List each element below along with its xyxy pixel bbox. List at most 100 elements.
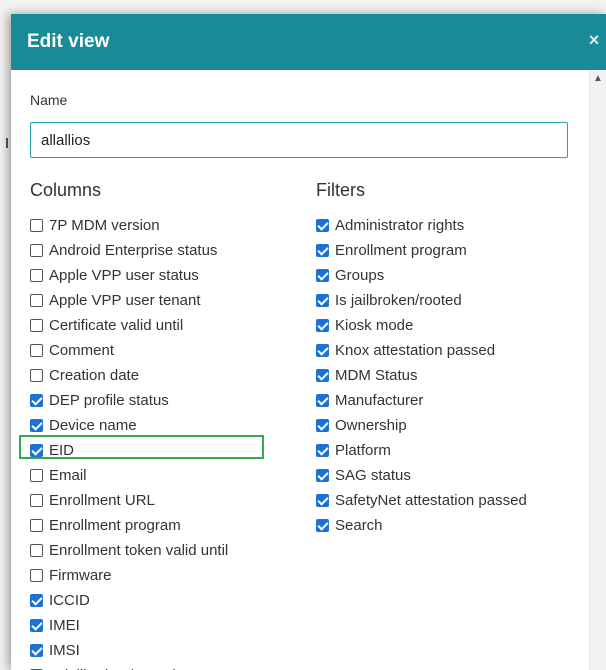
checkbox-checked[interactable] — [30, 394, 43, 407]
columns-option[interactable]: ICCID — [30, 588, 228, 613]
filters-option[interactable]: Manufacturer — [316, 388, 527, 413]
filters-option-label: Ownership — [335, 417, 407, 434]
columns-option[interactable]: 7P MDM version — [30, 213, 228, 238]
columns-option-label: Firmware — [49, 567, 112, 584]
dialog-scrollbar[interactable]: ▲ — [589, 70, 606, 670]
columns-heading: Columns — [30, 180, 102, 200]
columns-option[interactable]: Apple VPP user tenant — [30, 288, 228, 313]
checkbox[interactable] — [30, 244, 43, 257]
checkbox-checked[interactable] — [316, 244, 329, 257]
columns-option-label: Email — [49, 467, 87, 484]
checkbox[interactable] — [30, 469, 43, 482]
checkbox-checked[interactable] — [316, 319, 329, 332]
columns-option-label: Enrollment URL — [49, 492, 155, 509]
columns-option[interactable]: Email — [30, 463, 228, 488]
checkbox-checked[interactable] — [316, 419, 329, 432]
columns-option-label: IMSI — [49, 642, 80, 659]
filters-option-label: Groups — [335, 267, 385, 284]
checkbox[interactable] — [30, 319, 43, 332]
columns-option[interactable]: Enrollment URL — [30, 488, 228, 513]
columns-option[interactable]: Firmware — [30, 563, 228, 588]
columns-option-label: DEP profile status — [49, 392, 169, 409]
columns-option-label: Certificate valid until — [49, 317, 184, 334]
checkbox-checked[interactable] — [316, 219, 329, 232]
filters-option-label: MDM Status — [335, 367, 418, 384]
columns-option-label: Apple VPP user status — [49, 267, 199, 284]
columns-option-label: Apple VPP user tenant — [49, 292, 201, 309]
chevron-up-icon[interactable]: ▲ — [590, 72, 606, 86]
filters-heading: Filters — [316, 180, 365, 200]
columns-option-label: Enrollment program — [49, 517, 181, 534]
backdrop-cursor-mark — [6, 138, 8, 148]
checkbox-checked[interactable] — [316, 269, 329, 282]
name-label: Name — [30, 92, 68, 108]
columns-option-label: Enrollment token valid until — [49, 542, 229, 559]
checkbox-checked[interactable] — [30, 419, 43, 432]
checkbox[interactable] — [30, 544, 43, 557]
columns-option-label: IMEI — [49, 617, 80, 634]
checkbox-checked[interactable] — [316, 494, 329, 507]
filters-option[interactable]: Enrollment program — [316, 238, 527, 263]
filters-list: Administrator rights Enrollment program Gr… — [316, 213, 527, 538]
columns-option[interactable]: IMEI — [30, 613, 228, 638]
filters-option[interactable]: Search — [316, 513, 527, 538]
filters-option-label: Administrator rights — [335, 217, 465, 234]
columns-option[interactable]: Creation date — [30, 363, 228, 388]
filters-option[interactable]: Platform — [316, 438, 527, 463]
filters-option[interactable]: Groups — [316, 263, 527, 288]
checkbox-checked[interactable] — [316, 444, 329, 457]
filters-option-label: Manufacturer — [335, 392, 424, 409]
checkbox-checked[interactable] — [316, 394, 329, 407]
columns-option[interactable]: Certificate valid until — [30, 313, 228, 338]
checkbox-checked[interactable] — [30, 644, 43, 657]
filters-option[interactable]: SAG status — [316, 463, 527, 488]
columns-option[interactable]: Enrollment token valid until — [30, 538, 228, 563]
checkbox-checked[interactable] — [316, 519, 329, 532]
filters-option-label: Kiosk mode — [335, 317, 414, 334]
columns-option[interactable]: Enrollment program — [30, 513, 228, 538]
eid-highlight-box — [19, 435, 264, 459]
checkbox[interactable] — [30, 269, 43, 282]
checkbox-checked[interactable] — [316, 369, 329, 382]
filters-option[interactable]: MDM Status — [316, 363, 527, 388]
name-input[interactable] — [30, 122, 568, 158]
dialog-title: Edit view — [27, 31, 110, 52]
columns-option[interactable]: DEP profile status — [30, 388, 228, 413]
checkbox-checked[interactable] — [316, 344, 329, 357]
checkbox[interactable] — [30, 519, 43, 532]
columns-option-label: 7P MDM version — [49, 217, 160, 234]
filters-option[interactable]: SafetyNet attestation passed — [316, 488, 527, 513]
columns-option[interactable]: Is jailbroken/rooted — [30, 663, 228, 670]
filters-option-label: Platform — [335, 442, 391, 459]
filters-option[interactable]: Ownership — [316, 413, 527, 438]
checkbox-checked[interactable] — [316, 469, 329, 482]
columns-option[interactable]: Comment — [30, 338, 228, 363]
columns-option-label: Device name — [49, 417, 137, 434]
filters-option-label: Search — [335, 517, 383, 534]
columns-option-label: Creation date — [49, 367, 140, 384]
checkbox[interactable] — [30, 344, 43, 357]
filters-option-label: Is jailbroken/rooted — [335, 292, 462, 309]
columns-option-label: Comment — [49, 342, 115, 359]
checkbox[interactable] — [30, 219, 43, 232]
close-icon[interactable]: × — [584, 30, 604, 50]
filters-option[interactable]: Kiosk mode — [316, 313, 527, 338]
filters-option-label: SafetyNet attestation passed — [335, 492, 527, 509]
filters-option[interactable]: Knox attestation passed — [316, 338, 527, 363]
checkbox[interactable] — [30, 294, 43, 307]
checkbox[interactable] — [30, 494, 43, 507]
filters-option[interactable]: Administrator rights — [316, 213, 527, 238]
checkbox-checked[interactable] — [30, 594, 43, 607]
checkbox-checked[interactable] — [30, 619, 43, 632]
dialog-header: Edit view × — [11, 14, 606, 70]
checkbox-checked[interactable] — [316, 294, 329, 307]
checkbox[interactable] — [30, 569, 43, 582]
edit-view-dialog: Edit view × ▲ Name Columns Filters 7P MD… — [11, 14, 606, 670]
columns-option-label: Android Enterprise status — [49, 242, 218, 259]
filters-option[interactable]: Is jailbroken/rooted — [316, 288, 527, 313]
filters-option-label: Enrollment program — [335, 242, 467, 259]
columns-option[interactable]: Android Enterprise status — [30, 238, 228, 263]
columns-option[interactable]: IMSI — [30, 638, 228, 663]
checkbox[interactable] — [30, 369, 43, 382]
columns-option[interactable]: Apple VPP user status — [30, 263, 228, 288]
